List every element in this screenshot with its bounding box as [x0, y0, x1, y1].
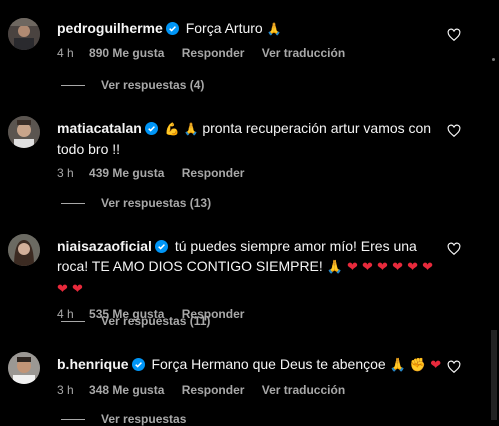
- comment-time[interactable]: 3 h: [57, 383, 74, 397]
- reply-button[interactable]: Responder: [182, 166, 245, 180]
- like-count[interactable]: 439 Me gusta: [89, 166, 164, 180]
- flex-pray-emoji: 💪 🙏: [164, 122, 199, 136]
- verified-badge-icon: [154, 240, 168, 253]
- comment-time[interactable]: 3 h: [57, 166, 74, 180]
- avatar[interactable]: [8, 116, 40, 148]
- verified-badge-icon: [144, 122, 158, 135]
- replies-divider: [61, 418, 85, 420]
- translate-button[interactable]: Ver traducción: [262, 383, 345, 397]
- comment-text: Força Hermano que Deus te abençoe: [151, 356, 386, 372]
- reply-button[interactable]: Responder: [182, 383, 245, 397]
- heart-outline-icon[interactable]: [447, 360, 461, 374]
- username[interactable]: niaisazaoficial: [57, 238, 152, 254]
- username[interactable]: pedroguilherme: [57, 20, 163, 36]
- heart-outline-icon[interactable]: [447, 28, 461, 42]
- like-count[interactable]: 890 Me gusta: [89, 46, 164, 60]
- translate-button[interactable]: Ver traducción: [262, 46, 345, 60]
- emoji-group: 🙏 ✊ ❤: [389, 358, 442, 373]
- heart-outline-icon[interactable]: [447, 242, 461, 256]
- avatar[interactable]: [8, 352, 40, 384]
- scroll-indicator: [492, 58, 495, 61]
- like-count[interactable]: 348 Me gusta: [89, 383, 164, 397]
- view-replies-label[interactable]: Ver respuestas (4): [101, 78, 204, 92]
- view-replies-label[interactable]: Ver respuestas (11): [101, 314, 210, 328]
- verified-badge-icon: [131, 358, 145, 371]
- heart-outline-icon[interactable]: [447, 124, 461, 138]
- view-replies-button[interactable]: Ver respuestas (11): [57, 314, 210, 328]
- scrollbar[interactable]: [491, 330, 497, 420]
- replies-divider: [61, 84, 85, 86]
- avatar[interactable]: [8, 18, 40, 50]
- view-replies-button[interactable]: Ver respuestas: [57, 412, 186, 426]
- comment-time[interactable]: 4 h: [57, 46, 74, 60]
- view-replies-label[interactable]: Ver respuestas: [101, 412, 186, 426]
- replies-divider: [61, 320, 85, 322]
- view-replies-button[interactable]: Ver respuestas (13): [57, 196, 211, 210]
- pray-emoji: 🙏: [266, 22, 282, 36]
- reply-button[interactable]: Responder: [182, 46, 245, 60]
- verified-badge-icon: [165, 22, 179, 35]
- replies-divider: [61, 202, 85, 204]
- view-replies-button[interactable]: Ver respuestas (4): [57, 78, 204, 92]
- comment-text: Força Arturo: [185, 20, 263, 36]
- view-replies-label[interactable]: Ver respuestas (13): [101, 196, 211, 210]
- username[interactable]: matiacatalan: [57, 120, 142, 136]
- username[interactable]: b.henrique: [57, 356, 129, 372]
- avatar[interactable]: [8, 234, 40, 266]
